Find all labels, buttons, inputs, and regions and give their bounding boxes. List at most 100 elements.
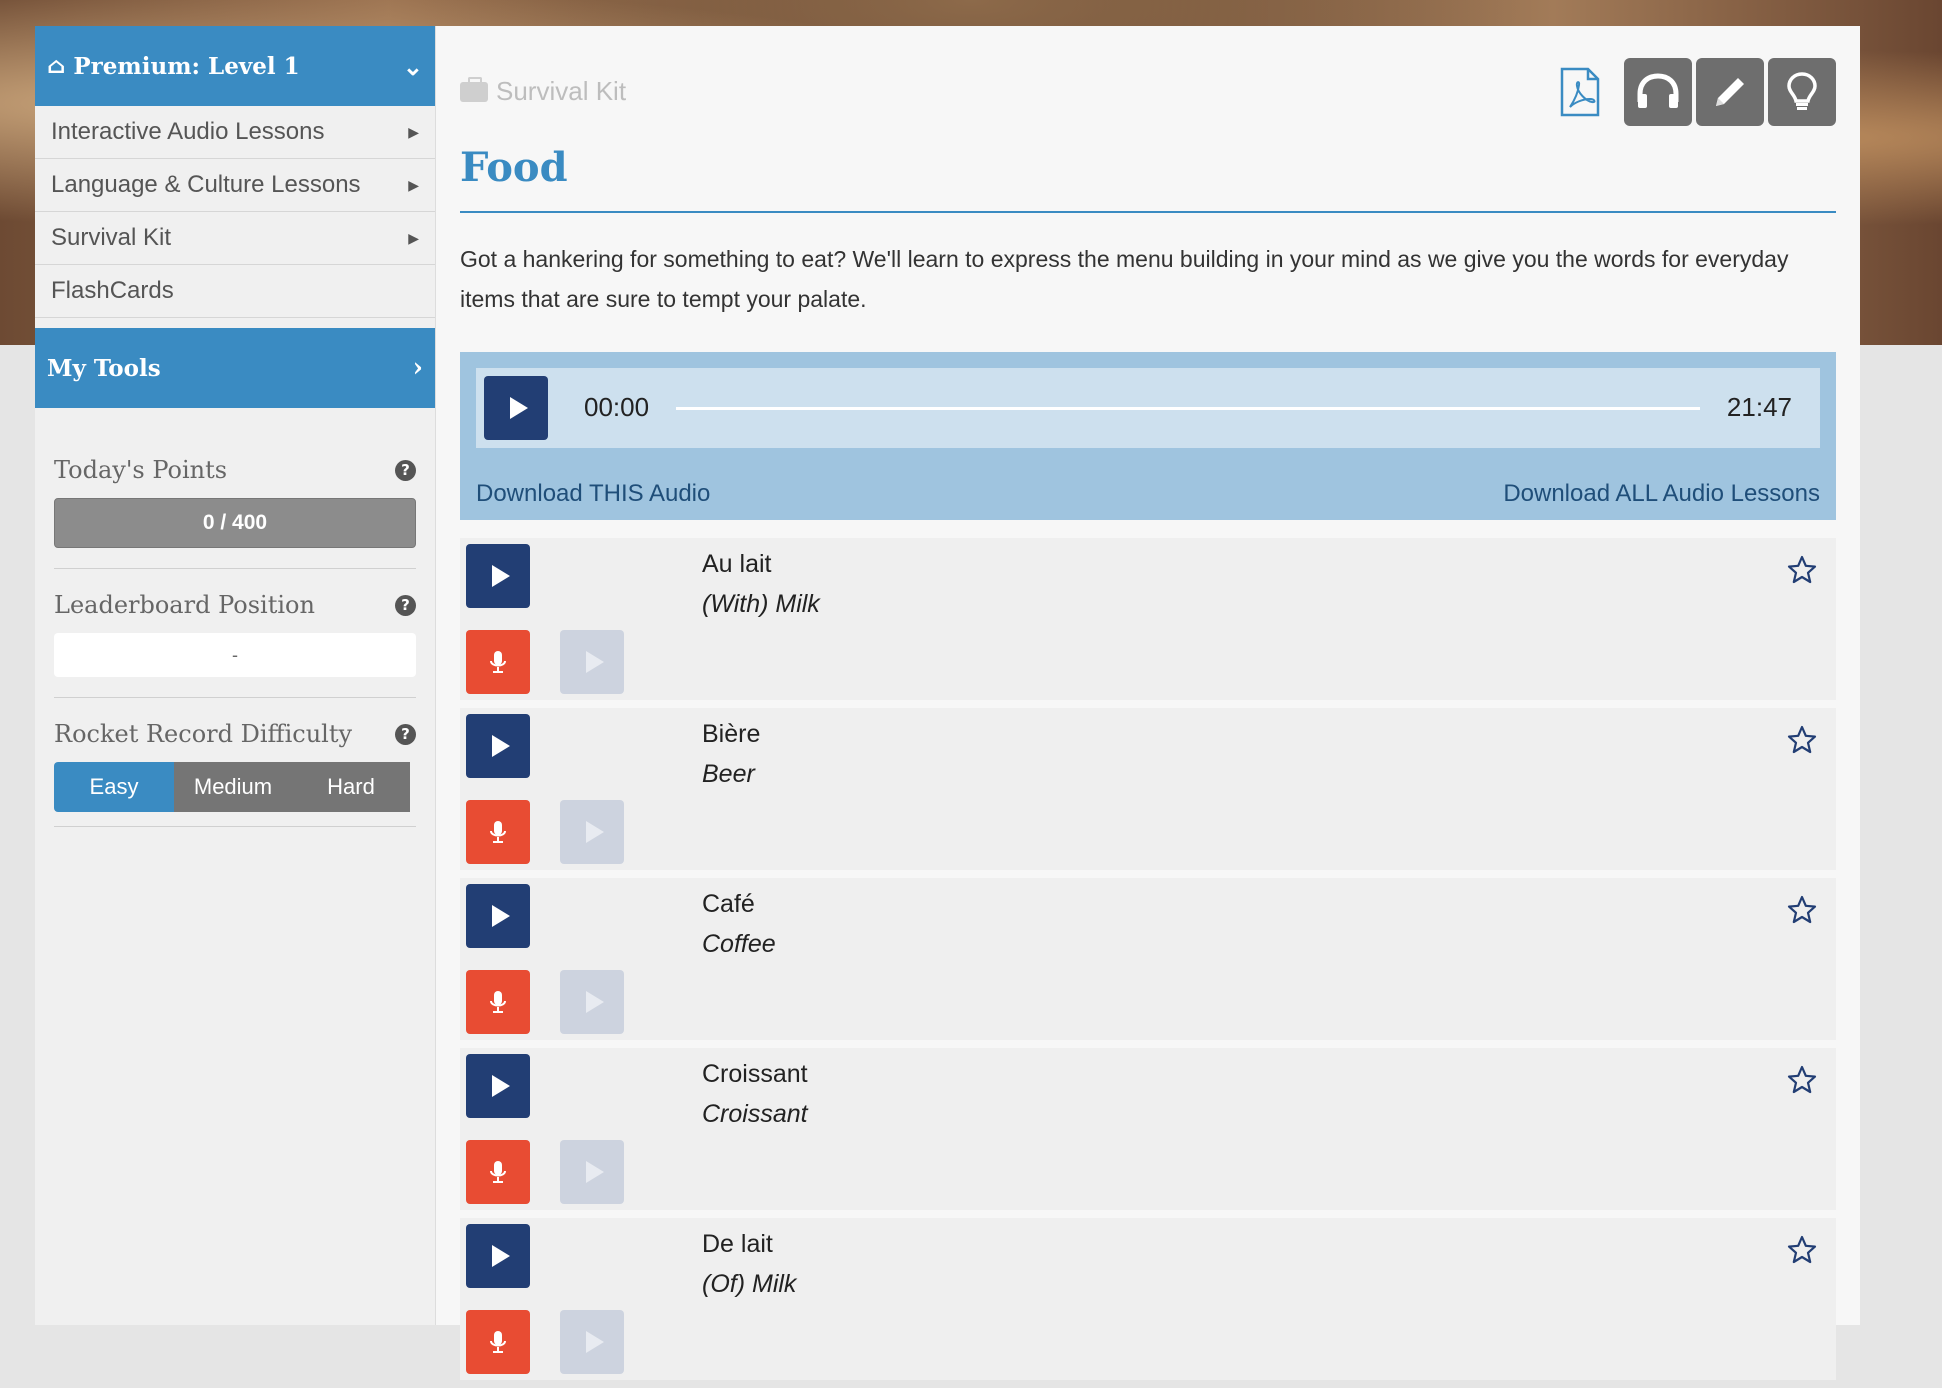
lesson-description: Got a hankering for something to eat? We… xyxy=(460,246,1789,312)
record-button[interactable] xyxy=(466,630,530,694)
vocab-translation: Beer xyxy=(702,760,755,788)
chevron-right-icon: › xyxy=(412,353,423,383)
microphone-icon xyxy=(490,1331,506,1353)
vocab-translation: (Of) Milk xyxy=(702,1270,797,1298)
tips-button[interactable] xyxy=(1768,58,1836,126)
play-icon xyxy=(491,905,510,927)
help-icon[interactable]: ? xyxy=(395,459,416,481)
vocab-play-button[interactable] xyxy=(466,884,530,948)
notes-button[interactable] xyxy=(1696,58,1764,126)
my-tools-header[interactable]: My Tools › xyxy=(35,328,435,408)
list-item: De lait (Of) Milk xyxy=(460,1218,1836,1380)
audio-panel: 00:00 21:47 Download THIS Audio Download… xyxy=(460,352,1836,520)
vocab-translation: (With) Milk xyxy=(702,590,820,618)
caret-right-icon: ▶ xyxy=(408,229,419,246)
sidebar-item-language-culture-lessons[interactable]: Language & Culture Lessons ▶ xyxy=(35,159,435,212)
vocab-translation: Coffee xyxy=(702,930,776,958)
title-underline xyxy=(460,211,1836,213)
star-icon[interactable] xyxy=(1786,724,1818,756)
play-icon xyxy=(585,821,604,843)
difficulty-hard-button[interactable]: Hard xyxy=(292,762,410,812)
divider xyxy=(54,697,416,698)
star-icon[interactable] xyxy=(1786,1234,1818,1266)
star-icon[interactable] xyxy=(1786,554,1818,586)
pdf-icon[interactable] xyxy=(1558,67,1602,117)
main-play-button[interactable] xyxy=(484,376,548,440)
play-icon xyxy=(585,991,604,1013)
playback-recording-button[interactable] xyxy=(560,970,624,1034)
pencil-icon xyxy=(1716,78,1744,106)
caret-right-icon: ▶ xyxy=(408,123,419,140)
leaderboard-label: Leaderboard Position xyxy=(54,591,315,619)
record-button[interactable] xyxy=(466,800,530,864)
sidebar: ⌂ Premium: Level 1 ⌄ Interactive Audio L… xyxy=(35,26,435,1325)
vocab-play-button[interactable] xyxy=(466,544,530,608)
points-progress-bar: 0 / 400 xyxy=(54,498,416,548)
play-icon xyxy=(585,651,604,673)
my-tools-label: My Tools xyxy=(47,354,161,382)
vocab-word: Au lait xyxy=(702,550,772,578)
playback-recording-button[interactable] xyxy=(560,630,624,694)
microphone-icon xyxy=(490,1161,506,1183)
playback-recording-button[interactable] xyxy=(560,1310,624,1374)
current-time: 00:00 xyxy=(584,392,650,422)
sidebar-item-interactive-audio-lessons[interactable]: Interactive Audio Lessons ▶ xyxy=(35,106,435,159)
vocab-word: Café xyxy=(702,890,755,918)
briefcase-icon xyxy=(460,76,488,102)
vocab-list: Au lait (With) Milk Bière Beer Café Coff… xyxy=(460,538,1836,1388)
vocab-word: Croissant xyxy=(702,1060,808,1088)
vocab-play-button[interactable] xyxy=(466,1054,530,1118)
audio-progress-track[interactable] xyxy=(676,407,1700,410)
chevron-down-icon: ⌄ xyxy=(402,51,423,81)
sidebar-item-flashcards[interactable]: FlashCards xyxy=(35,265,435,318)
leaderboard-value-box: - xyxy=(54,633,416,677)
premium-level-dropdown[interactable]: ⌂ Premium: Level 1 ⌄ xyxy=(35,26,435,106)
main-content: Survival Kit Food Got a hankering for so… xyxy=(435,26,1860,1380)
star-icon[interactable] xyxy=(1786,1064,1818,1096)
microphone-icon xyxy=(490,821,506,843)
difficulty-easy-button[interactable]: Easy xyxy=(54,762,174,812)
play-icon xyxy=(491,1245,510,1267)
lesson-toolbar xyxy=(1558,58,1836,126)
points-value: 0 / 400 xyxy=(202,511,268,534)
help-icon[interactable]: ? xyxy=(395,723,416,745)
leaderboard-value: - xyxy=(232,644,238,665)
caret-right-icon: ▶ xyxy=(408,176,419,193)
list-item: Au lait (With) Milk xyxy=(460,538,1836,700)
page-title: Food xyxy=(460,144,568,191)
play-icon xyxy=(491,565,510,587)
help-icon[interactable]: ? xyxy=(395,594,416,616)
download-all-audio-link[interactable]: Download ALL Audio Lessons xyxy=(1503,480,1820,508)
audio-player: 00:00 21:47 xyxy=(476,368,1820,448)
difficulty-medium-button[interactable]: Medium xyxy=(174,762,292,812)
list-item: Bière Beer xyxy=(460,708,1836,870)
sidebar-item-label: FlashCards xyxy=(51,277,174,304)
vocab-translation: Croissant xyxy=(702,1100,808,1128)
sidebar-item-survival-kit[interactable]: Survival Kit ▶ xyxy=(35,212,435,265)
microphone-icon xyxy=(490,991,506,1013)
record-button[interactable] xyxy=(466,1310,530,1374)
vocab-play-button[interactable] xyxy=(466,1224,530,1288)
record-button[interactable] xyxy=(466,970,530,1034)
record-button[interactable] xyxy=(466,1140,530,1204)
play-icon xyxy=(491,1075,510,1097)
lightbulb-icon xyxy=(1787,72,1817,110)
audio-lessons-button[interactable] xyxy=(1624,58,1692,126)
sidebar-item-label: Survival Kit xyxy=(51,224,172,251)
playback-recording-button[interactable] xyxy=(560,1140,624,1204)
play-icon xyxy=(491,735,510,757)
sidebar-item-label: Language & Culture Lessons xyxy=(51,171,361,198)
breadcrumb[interactable]: Survival Kit xyxy=(460,76,626,107)
vocab-word: Bière xyxy=(702,720,761,748)
download-this-audio-link[interactable]: Download THIS Audio xyxy=(476,480,710,508)
list-item: Croissant Croissant xyxy=(460,1048,1836,1210)
premium-level-label: Premium: Level 1 xyxy=(73,52,300,80)
playback-recording-button[interactable] xyxy=(560,800,624,864)
difficulty-toggle: Easy Medium Hard xyxy=(54,762,416,812)
headphones-icon xyxy=(1637,73,1679,108)
star-icon[interactable] xyxy=(1786,894,1818,926)
play-icon xyxy=(585,1331,604,1353)
vocab-play-button[interactable] xyxy=(466,714,530,778)
sidebar-item-label: Interactive Audio Lessons xyxy=(51,118,325,145)
list-item: Café Coffee xyxy=(460,878,1836,1040)
